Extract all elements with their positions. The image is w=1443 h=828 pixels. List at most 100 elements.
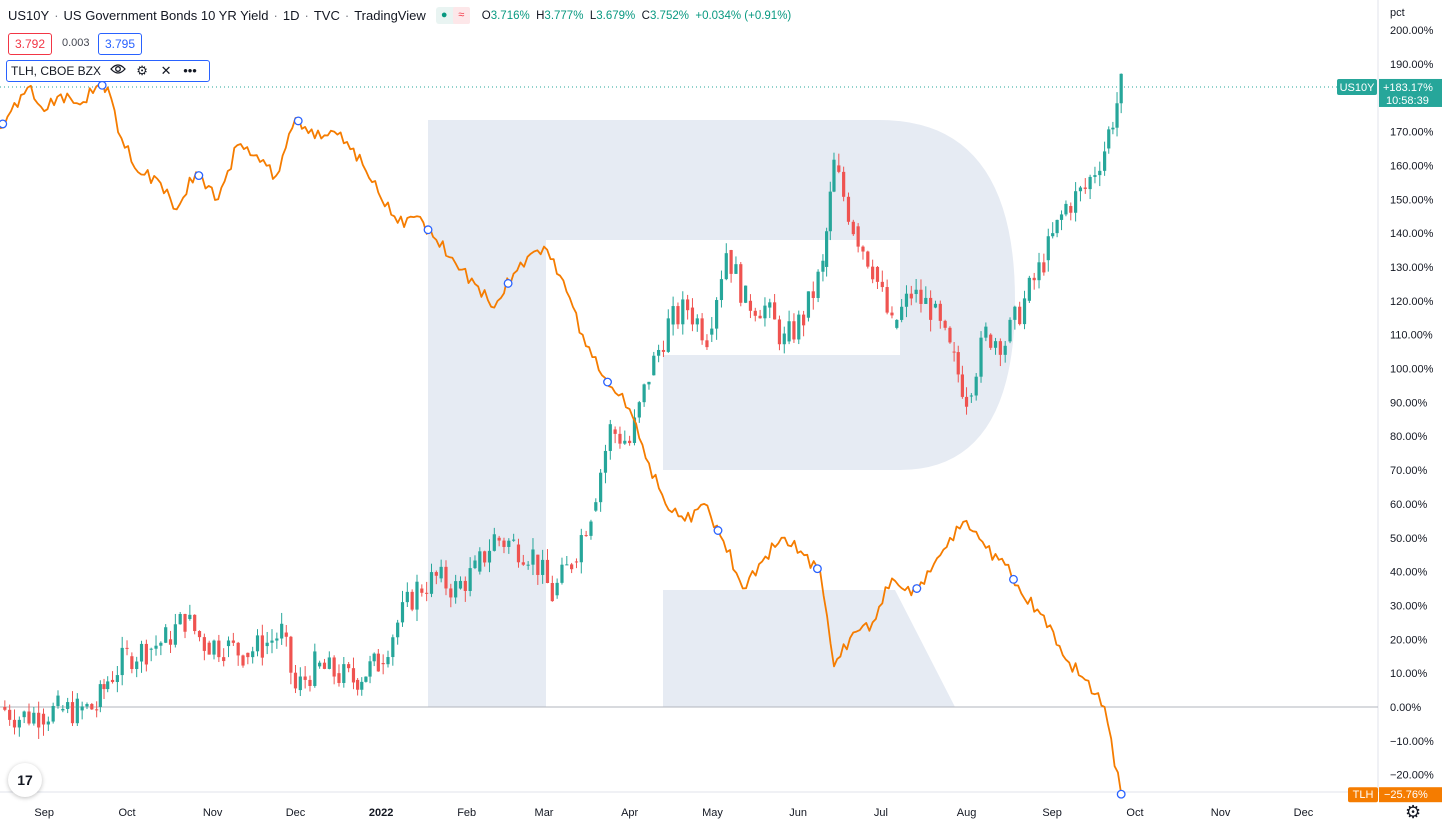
interval-label[interactable]: 1D <box>283 8 300 23</box>
dividend-marker[interactable] <box>1116 789 1126 799</box>
candle-body <box>739 264 743 303</box>
buy-price-button[interactable]: 3.795 <box>98 33 143 55</box>
dividend-marker[interactable] <box>503 278 513 288</box>
sell-price-button[interactable]: 3.792 <box>8 33 53 55</box>
dividend-marker[interactable] <box>1009 574 1018 584</box>
candle-body <box>748 300 753 311</box>
candle-body <box>792 321 796 340</box>
candle-body <box>686 299 690 311</box>
candle-body <box>51 705 55 722</box>
gear-icon[interactable]: ⚙ <box>133 63 151 79</box>
us10y-countdown: 10:58:39 <box>1386 95 1429 107</box>
candle-body <box>724 253 728 280</box>
candle-body <box>1032 277 1036 281</box>
x-tick-label: Jun <box>789 807 807 819</box>
candle-body <box>178 613 182 625</box>
market-status-toggle[interactable]: ● ≈ <box>435 7 470 24</box>
symbol-ticker[interactable]: US10Y <box>8 8 49 23</box>
candle-body <box>415 581 419 610</box>
candle-body <box>332 657 336 677</box>
candle-body <box>909 293 913 299</box>
candle-body <box>545 559 550 584</box>
candle-body <box>492 534 496 551</box>
candle-body <box>376 653 380 672</box>
candle-body <box>27 711 31 724</box>
candle-body <box>1119 73 1123 104</box>
candle-body <box>890 312 894 316</box>
dividend-marker[interactable] <box>912 584 922 593</box>
dividend-marker[interactable] <box>812 564 822 574</box>
candle-body <box>1059 214 1064 220</box>
y-tick-label: 0.00% <box>1390 702 1421 714</box>
candle-body <box>671 306 675 325</box>
tradingview-logo[interactable]: 17 <box>8 763 42 797</box>
candle-body <box>589 521 593 536</box>
candle-body <box>1051 233 1055 237</box>
dividend-marker[interactable] <box>423 225 433 235</box>
y-tick-label: −20.00% <box>1390 770 1434 782</box>
y-tick-label: 120.00% <box>1390 296 1434 308</box>
candle-body <box>1022 298 1027 325</box>
candle-body <box>255 635 260 652</box>
candle-body <box>802 314 806 326</box>
dividend-marker[interactable] <box>97 80 107 90</box>
candle-body <box>102 684 106 690</box>
delayed-data-icon: ≈ <box>452 7 470 24</box>
y-tick-label: 10.00% <box>1390 668 1428 680</box>
candle-body <box>8 709 12 720</box>
candle-body <box>188 614 192 619</box>
dividend-marker[interactable] <box>713 526 723 535</box>
candle-body <box>984 326 988 338</box>
candle-body <box>1107 129 1111 149</box>
y-tick-label: 140.00% <box>1390 228 1434 240</box>
us10y-symbol-label: US10Y <box>1340 82 1376 94</box>
candle-body <box>405 591 409 603</box>
candle-body <box>1042 262 1046 273</box>
dividend-marker[interactable] <box>293 116 303 126</box>
candle-body <box>463 580 467 591</box>
candle-body <box>1074 191 1078 213</box>
symbol-header: US10Y · US Government Bonds 10 YR Yield … <box>8 7 792 24</box>
market-open-icon: ● <box>440 9 448 21</box>
overlay-legend-tlh[interactable]: TLH, CBOE BZX ⚙ ✕ ••• <box>6 60 210 82</box>
candle-body <box>265 642 269 647</box>
candle-body <box>298 676 302 691</box>
candle-body <box>880 281 884 288</box>
chart-canvas[interactable]: pct −20.00% −10.00% 0.00% 10.00% 20.00% 30.00%… <box>0 0 1443 828</box>
candle-body <box>98 684 102 707</box>
candle-body <box>70 702 75 724</box>
watermark-r-leg <box>663 590 955 707</box>
x-tick-label: Feb <box>457 807 476 819</box>
candle-body <box>497 537 501 541</box>
y-tick-label: 150.00% <box>1390 194 1434 206</box>
candle-body <box>193 614 197 632</box>
candle-body <box>729 250 733 274</box>
candle-body <box>806 291 811 318</box>
candle-body <box>1055 219 1059 234</box>
x-tick-label: Apr <box>621 807 638 819</box>
candle-body <box>866 251 870 267</box>
candle-body <box>652 355 656 376</box>
y-tick-label: 100.00% <box>1390 364 1434 376</box>
candle-body <box>260 635 264 658</box>
candle-body <box>719 279 724 301</box>
candle-body <box>386 657 390 665</box>
x-tick-label: Aug <box>957 807 977 819</box>
candle-body <box>372 653 376 662</box>
dividend-marker[interactable] <box>0 119 8 129</box>
more-icon[interactable]: ••• <box>181 63 199 79</box>
dividend-marker[interactable] <box>194 171 204 181</box>
dividend-marker[interactable] <box>603 377 612 387</box>
candle-body <box>900 306 904 320</box>
close-icon[interactable]: ✕ <box>157 63 175 79</box>
candle-body <box>1088 176 1092 190</box>
candle-body <box>212 640 216 655</box>
chart-settings-gear-icon[interactable]: ⚙ <box>1405 802 1421 823</box>
candle-body <box>280 623 284 639</box>
y-tick-label: 40.00% <box>1390 567 1428 579</box>
watermark-logo <box>428 120 1015 707</box>
price-axis-unit: pct <box>1390 7 1405 19</box>
y-tick-label: 70.00% <box>1390 465 1428 477</box>
candle-body <box>1078 187 1083 192</box>
eye-icon[interactable] <box>109 63 127 79</box>
